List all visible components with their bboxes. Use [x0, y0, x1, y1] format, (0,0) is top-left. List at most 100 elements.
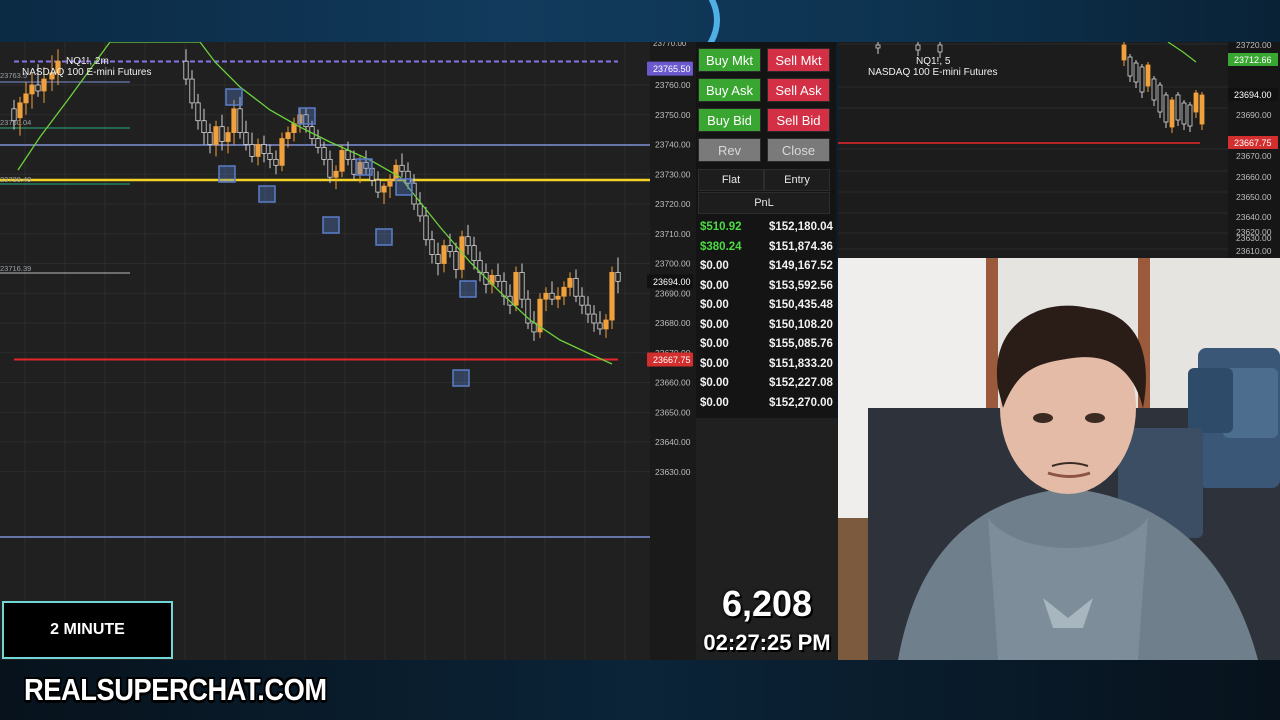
axis-tick-label: 23660.00 [655, 378, 691, 388]
axis-tick-label: 23710.00 [655, 229, 691, 239]
account-balance: $153,592.56 [769, 279, 833, 292]
pnl-value: $0.00 [700, 260, 729, 272]
side-price-chart[interactable]: 23720.0023700.0023690.0023670.0023660.00… [838, 40, 1280, 258]
reverse-button[interactable]: Rev [698, 138, 761, 162]
side-tag-green: 23712.66 [1234, 55, 1272, 65]
candle-body [279, 138, 285, 166]
main-price-chart[interactable]: 23760.00 23750.00 23740.00 23730.00 23720.00… [0, 42, 696, 660]
candle-body [207, 132, 213, 145]
side-axis-tick-label: 23670.00 [1236, 151, 1272, 161]
candle-body [423, 215, 429, 241]
axis-tick-label: 23640.00 [655, 437, 691, 447]
candle-body [285, 132, 291, 139]
side-candle-body [875, 44, 881, 49]
sell-market-button[interactable]: Sell Mkt [767, 48, 830, 72]
candle-body [267, 153, 273, 160]
candle-body [321, 147, 327, 160]
candle-body [393, 164, 399, 181]
candle-body [615, 272, 621, 282]
candle-body [219, 126, 225, 142]
side-candle-body [1175, 94, 1181, 121]
sell-ask-button[interactable]: Sell Ask [767, 78, 830, 102]
buy-bid-button[interactable]: Buy Bid [698, 108, 761, 132]
axis-tick-label: 23760.00 [655, 80, 691, 90]
side-axis-tick-label: 23660.00 [1236, 172, 1272, 182]
webcam-person-image [838, 258, 1280, 660]
pnl-value: $0.00 [700, 396, 729, 409]
candle-body [597, 322, 603, 330]
candle-body [183, 60, 189, 80]
candle-body [555, 295, 561, 300]
candle-body [543, 292, 549, 300]
axis-tick-label: 23630.00 [655, 467, 691, 477]
candle-body [315, 138, 321, 148]
axis-tick-label: 23680.00 [655, 318, 691, 328]
side-candle-body [1199, 94, 1205, 125]
side-axis-tick-label: 23610.00 [1236, 246, 1272, 256]
side-chart-symbol: NQ1!, 5 [916, 56, 951, 67]
axis-tick-label: 23730.00 [655, 169, 691, 179]
level-line-label: 23716.39 [0, 264, 31, 273]
axis-tick-label: 23750.00 [655, 110, 691, 120]
axis-tick-label: 23740.00 [655, 140, 691, 150]
buy-market-button[interactable]: Buy Mkt [698, 48, 761, 72]
clock-readout: 02:27:25 PM [703, 630, 831, 655]
signal-marker-box [375, 228, 393, 246]
candle-body [573, 277, 579, 297]
candle-body [17, 102, 23, 119]
stream-layout: 23760.00 23750.00 23740.00 23730.00 23720.00… [0, 0, 1280, 720]
account-balance: $152,270.00 [769, 396, 833, 409]
price-tag-red: 23667.75 [653, 355, 691, 365]
tab-flat[interactable]: Flat [698, 169, 764, 191]
close-position-button[interactable]: Close [767, 138, 830, 162]
side-chart-title: NQ1!, 5 NASDAQ 100 E-mini Futures [868, 56, 998, 78]
sell-bid-button[interactable]: Sell Bid [767, 108, 830, 132]
candle-body [381, 185, 387, 193]
candle-body [585, 304, 591, 315]
candle-body [579, 295, 585, 306]
side-axis-tick-label: 23640.00 [1236, 212, 1272, 222]
axis-tick-label: 23690.00 [655, 288, 691, 298]
side-candle-body [1133, 62, 1139, 83]
buy-ask-button[interactable]: Buy Ask [698, 78, 761, 102]
signal-marker-box [322, 216, 340, 234]
candle-body [189, 78, 195, 104]
candle-body [29, 84, 35, 95]
pnl-row: $0.00 $152,270.00 [696, 395, 836, 415]
side-axis-tick-label: 23720.00 [1236, 42, 1272, 50]
main-chart-symbol: NQ1!, 2m [66, 56, 109, 67]
signal-marker-box [452, 369, 470, 387]
pnl-row: $0.00 $152,227.08 [696, 375, 836, 395]
candle-body [339, 150, 345, 172]
main-chart-canvas[interactable]: 23760.00 23750.00 23740.00 23730.00 23720.00… [0, 42, 696, 660]
account-balance: $152,227.08 [769, 377, 833, 389]
signal-marker-box [459, 280, 477, 298]
candle-body [345, 150, 351, 160]
side-candle-body [915, 44, 921, 51]
candle-body [201, 120, 207, 133]
tab-entry[interactable]: Entry [764, 169, 830, 191]
candle-body [447, 245, 453, 252]
candle-body [495, 274, 501, 282]
account-balance: $152,180.04 [769, 221, 833, 233]
side-tag-current: 23694.00 [1234, 90, 1272, 100]
candle-body [609, 272, 615, 321]
signal-marker-box [395, 178, 413, 196]
level-line-label: 23738.49 [0, 175, 31, 184]
tab-pnl[interactable]: PnL [698, 192, 830, 214]
pnl-row: $0.00 $151,833.20 [696, 356, 836, 376]
candle-body [333, 170, 339, 178]
account-balance: $150,435.48 [769, 299, 833, 311]
side-candle-body [1187, 104, 1193, 127]
candle-body [465, 236, 471, 247]
candle-body [11, 108, 17, 122]
candle-body [261, 144, 267, 154]
signal-marker-box [218, 165, 236, 183]
candle-body [603, 319, 609, 330]
candle-body [417, 203, 423, 217]
candle-body [519, 272, 525, 300]
candle-body [195, 102, 201, 122]
side-candle-body [1181, 102, 1187, 125]
candle-body [513, 272, 519, 306]
axis-tick-label: 23700.00 [655, 259, 691, 269]
